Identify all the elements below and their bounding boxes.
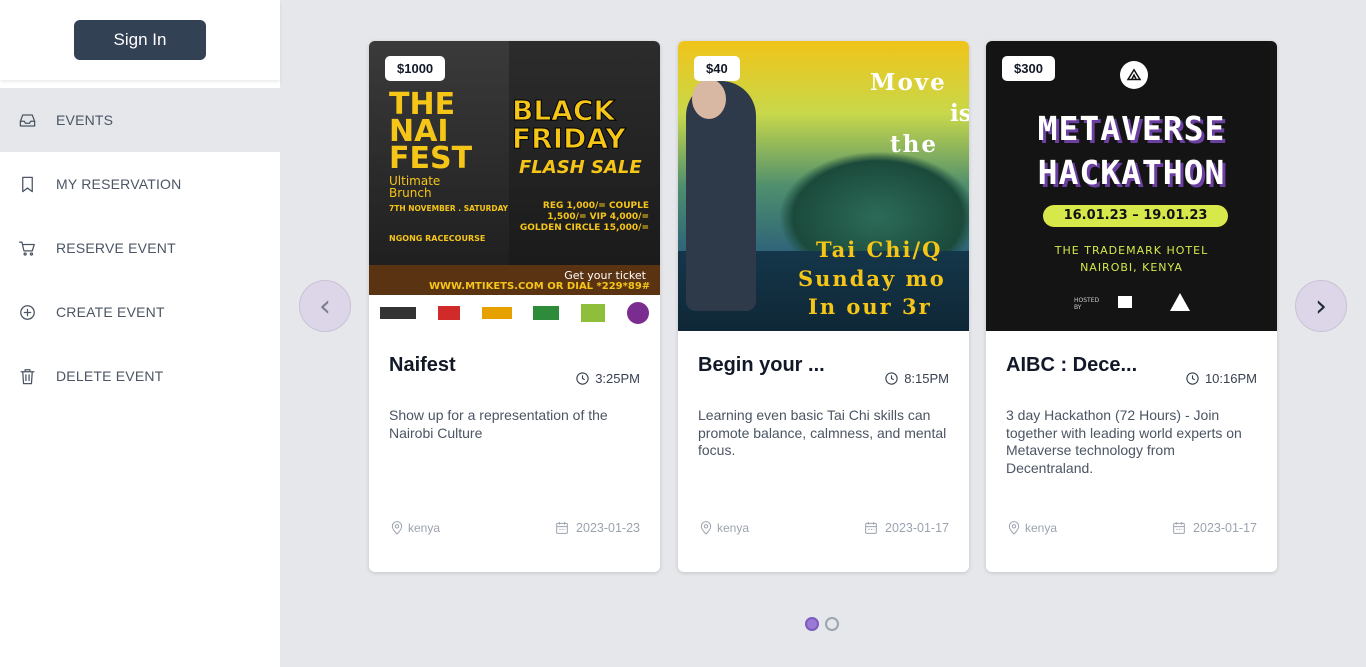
calendar-icon bbox=[556, 522, 568, 534]
event-poster-image: Move is the Tai Chi/Q Sunday mo In our 3… bbox=[678, 41, 969, 331]
event-description: Learning even basic Tai Chi skills can p… bbox=[698, 407, 947, 458]
cart-icon bbox=[17, 238, 37, 258]
carousel-pagination bbox=[805, 617, 839, 631]
sidebar-item-label: CREATE EVENT bbox=[56, 304, 165, 320]
poster-site: WWW.MTIKETS.COM OR DIAL *229*89# bbox=[429, 281, 651, 292]
bookmark-icon bbox=[17, 174, 37, 194]
event-location: kenya bbox=[389, 520, 440, 536]
event-time-value: 3:25PM bbox=[595, 371, 640, 386]
poster-line: In our 3r bbox=[808, 294, 932, 319]
inbox-icon bbox=[17, 110, 37, 130]
poster-line: Tai Chi/Q bbox=[816, 237, 943, 262]
event-time: 10:16PM bbox=[1185, 371, 1257, 386]
clock-icon bbox=[576, 372, 589, 385]
sidebar-item-reserve-event[interactable]: RESERVE EVENT bbox=[0, 216, 280, 280]
pagination-dot-2[interactable] bbox=[825, 617, 839, 631]
poster-venue: NAIROBI, KENYA bbox=[1080, 261, 1183, 274]
pagination-dot-1[interactable] bbox=[805, 617, 819, 631]
sidebar-item-label: DELETE EVENT bbox=[56, 368, 164, 384]
poster-line: is bbox=[950, 100, 969, 127]
price-badge: $40 bbox=[694, 56, 740, 81]
poster-subtitle: Ultimate Brunch bbox=[389, 174, 441, 200]
poster-venue: THE TRADEMARK HOTEL bbox=[1054, 244, 1209, 257]
poster-promo: BLACK FRIDAY bbox=[512, 94, 627, 155]
event-location: kenya bbox=[1006, 520, 1057, 536]
event-title: Begin your ... bbox=[698, 354, 825, 376]
event-poster-image: THE NAI FEST Ultimate Brunch BLACK FRIDA… bbox=[369, 41, 660, 331]
event-time-value: 8:15PM bbox=[904, 371, 949, 386]
event-card[interactable]: Move is the Tai Chi/Q Sunday mo In our 3… bbox=[678, 41, 969, 572]
clock-icon bbox=[1186, 372, 1199, 385]
event-location-value: kenya bbox=[1025, 521, 1058, 535]
price-badge: $1000 bbox=[385, 56, 446, 81]
sidebar-header: Sign In bbox=[0, 0, 280, 80]
event-time: 8:15PM bbox=[884, 371, 949, 386]
poster-line: METAVERSE bbox=[1037, 109, 1226, 148]
price-badge: $300 bbox=[1002, 56, 1055, 81]
event-poster-image: METAVERSE HACKATHON 16.01.23 – 19.01.23 … bbox=[986, 41, 1277, 331]
event-title: AIBC : Dece... bbox=[1006, 354, 1138, 376]
sidebar-item-my-reservation[interactable]: MY RESERVATION bbox=[0, 152, 280, 216]
sidebar-item-label: EVENTS bbox=[56, 112, 114, 128]
poster-tiers: REG 1,000/= COUPLE 1,500/= VIP 4,000/= G… bbox=[519, 201, 649, 233]
event-date: 2023-01-17 bbox=[863, 520, 949, 536]
sponsor-logos bbox=[369, 295, 660, 331]
poster-hosted: HOSTED BY bbox=[1074, 297, 1100, 311]
event-date-value: 2023-01-17 bbox=[885, 521, 949, 535]
sidebar-item-events[interactable]: EVENTS bbox=[0, 88, 280, 152]
poster-title: THE NAI FEST bbox=[389, 87, 473, 176]
event-time: 3:25PM bbox=[575, 371, 640, 386]
event-date: 2023-01-17 bbox=[1171, 520, 1257, 536]
host-logo bbox=[1118, 296, 1132, 308]
carousel-next-button[interactable]: › bbox=[1295, 280, 1347, 332]
chevron-right-icon: › bbox=[1315, 288, 1327, 324]
event-card[interactable]: METAVERSE HACKATHON 16.01.23 – 19.01.23 … bbox=[986, 41, 1277, 572]
sidebar-item-label: RESERVE EVENT bbox=[56, 240, 176, 256]
calendar-icon bbox=[1173, 522, 1185, 534]
clock-icon bbox=[885, 372, 898, 385]
aibc-logo-icon bbox=[1120, 61, 1148, 89]
event-location-value: kenya bbox=[717, 521, 750, 535]
calendar-icon bbox=[865, 522, 877, 534]
person-figure bbox=[686, 81, 756, 311]
map-pin-icon bbox=[1008, 521, 1020, 535]
sidebar-item-label: MY RESERVATION bbox=[56, 176, 182, 192]
event-date-value: 2023-01-17 bbox=[1193, 521, 1257, 535]
event-description: 3 day Hackathon (72 Hours) - Join togeth… bbox=[1006, 407, 1242, 476]
map-pin-icon bbox=[391, 521, 403, 535]
trash-icon bbox=[17, 366, 37, 386]
sign-in-button[interactable]: Sign In bbox=[74, 20, 206, 60]
sidebar-item-delete-event[interactable]: DELETE EVENT bbox=[0, 344, 280, 408]
poster-when: 7TH NOVEMBER . SATURDAY bbox=[389, 204, 509, 213]
sidebar: Sign In EVENTS MY RESERVATION RESERVE EV… bbox=[0, 0, 280, 667]
plus-circle-icon bbox=[17, 302, 37, 322]
poster-line: Move bbox=[870, 69, 947, 96]
map-pin-icon bbox=[700, 521, 712, 535]
poster-dates: 16.01.23 – 19.01.23 bbox=[1043, 205, 1228, 227]
event-location: kenya bbox=[698, 520, 749, 536]
event-date-value: 2023-01-23 bbox=[576, 521, 640, 535]
poster-line: the bbox=[890, 131, 938, 158]
sidebar-nav: EVENTS MY RESERVATION RESERVE EVENT CREA… bbox=[0, 88, 280, 408]
carousel-prev-button[interactable]: ‹ bbox=[299, 280, 351, 332]
poster-line: HACKATHON bbox=[1037, 153, 1226, 192]
host-logo bbox=[1170, 293, 1190, 311]
chevron-left-icon: ‹ bbox=[319, 288, 331, 324]
event-location-value: kenya bbox=[408, 521, 441, 535]
event-card[interactable]: THE NAI FEST Ultimate Brunch BLACK FRIDA… bbox=[369, 41, 660, 572]
event-date: 2023-01-23 bbox=[554, 520, 640, 536]
poster-promo-sub: FLASH SALE bbox=[519, 157, 642, 178]
poster-where: NGONG RACECOURSE bbox=[389, 234, 486, 243]
sidebar-item-create-event[interactable]: CREATE EVENT bbox=[0, 280, 280, 344]
event-time-value: 10:16PM bbox=[1204, 371, 1257, 386]
event-title: Naifest bbox=[389, 354, 456, 376]
poster-line: Sunday mo bbox=[798, 266, 946, 291]
event-description: Show up for a representation of the Nair… bbox=[389, 407, 608, 441]
